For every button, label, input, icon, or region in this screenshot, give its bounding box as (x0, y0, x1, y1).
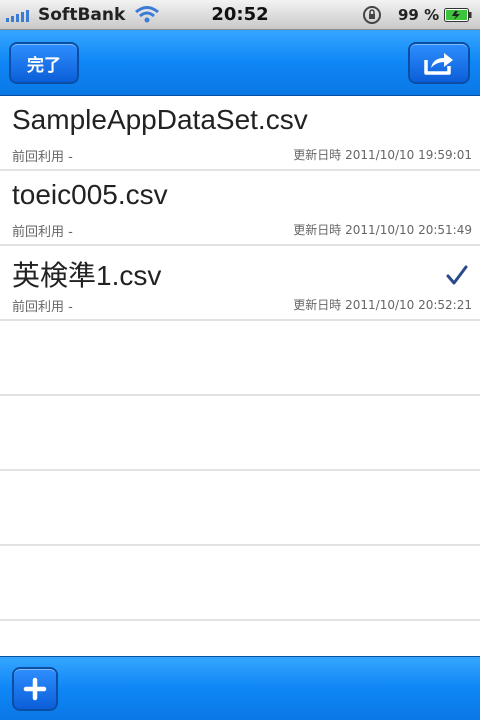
file-row[interactable]: SampleAppDataSet.csv 前回利用 - 更新日時 2011/10… (0, 96, 480, 171)
rotation-lock-icon (363, 6, 381, 24)
last-used-label: 前回利用 - (12, 300, 73, 315)
checkmark-icon (446, 265, 468, 285)
share-button[interactable] (408, 42, 470, 84)
last-used-label: 前回利用 - (12, 225, 73, 240)
updated-timestamp: 更新日時 2011/10/10 20:51:49 (293, 223, 472, 237)
plus-icon (23, 677, 47, 701)
file-name: 英検準1.csv (12, 260, 162, 291)
file-row[interactable]: toeic005.csv 前回利用 - 更新日時 2011/10/10 20:5… (0, 171, 480, 246)
updated-timestamp: 更新日時 2011/10/10 19:59:01 (293, 148, 472, 162)
add-button[interactable] (12, 667, 58, 711)
empty-row (0, 396, 480, 471)
status-bar: SoftBank 20:52 99 % (0, 0, 480, 30)
file-name: toeic005.csv (12, 179, 168, 210)
file-name: SampleAppDataSet.csv (12, 104, 308, 135)
navigation-bar: 完了 (0, 30, 480, 96)
battery-percent: 99 % (398, 6, 440, 24)
updated-timestamp: 更新日時 2011/10/10 20:52:21 (293, 298, 472, 312)
empty-row (0, 546, 480, 621)
file-row[interactable]: 英検準1.csv 前回利用 - 更新日時 2011/10/10 20:52:21 (0, 246, 480, 321)
empty-row (0, 471, 480, 546)
carrier-name: SoftBank (38, 5, 126, 25)
wifi-icon (135, 6, 159, 23)
done-button[interactable]: 完了 (9, 42, 79, 84)
last-used-label: 前回利用 - (12, 150, 73, 165)
empty-row (0, 321, 480, 396)
signal-icon (6, 8, 29, 22)
battery-icon (444, 8, 472, 22)
bottom-toolbar (0, 656, 480, 720)
share-icon (424, 53, 453, 75)
